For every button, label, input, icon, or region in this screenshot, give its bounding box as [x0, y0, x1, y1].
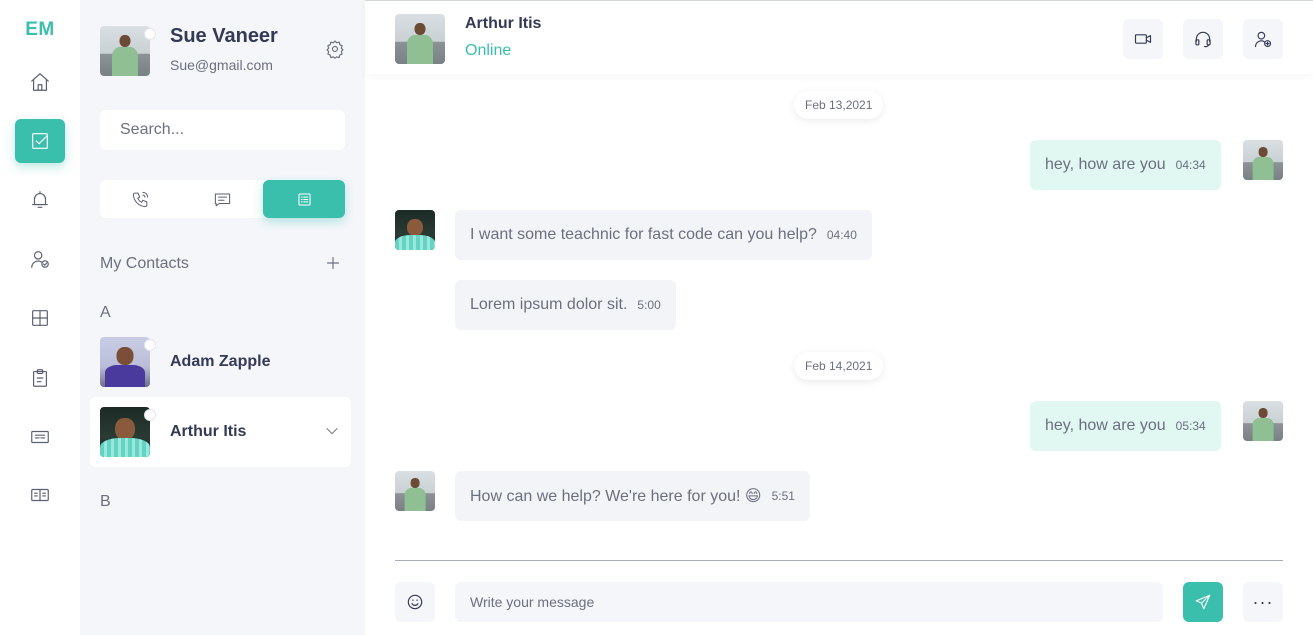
contact-name: Adam Zapple	[170, 353, 271, 370]
avatar	[100, 337, 150, 387]
add-participant-button[interactable]	[1243, 19, 1283, 59]
more-options-button[interactable]: ···	[1243, 582, 1283, 622]
message-outgoing[interactable]: hey, how are you 04:34	[1030, 140, 1221, 190]
chat-panel: Arthur Itis Online Feb 13,2021 hey, how …	[365, 0, 1313, 635]
message-incoming[interactable]: How can we help? We're here for you! 😄 5…	[455, 471, 810, 521]
message-time: 04:34	[1175, 158, 1206, 172]
message-text: I want some teachnic for fast code can y…	[470, 226, 817, 243]
headphones-icon	[1195, 31, 1211, 48]
profile-status-dot	[144, 28, 156, 40]
sidebar-tabs	[100, 180, 346, 218]
avatar	[100, 407, 150, 457]
send-icon	[1195, 594, 1211, 610]
contacts-sidebar: Sue Vaneer Sue@gmail.com My Contacts A A…	[80, 0, 365, 635]
voice-call-button[interactable]	[1183, 19, 1223, 59]
chevron-down-icon	[326, 427, 338, 435]
contact-item-adam-zapple[interactable]: Adam Zapple	[90, 327, 351, 397]
add-contact-button[interactable]	[323, 253, 343, 273]
avatar	[395, 210, 435, 250]
contacts-list-icon	[298, 192, 311, 206]
message-time: 04:40	[826, 228, 857, 242]
news-icon	[31, 430, 49, 444]
tab-contacts[interactable]	[263, 180, 346, 218]
plus-icon	[327, 257, 339, 269]
gear-icon	[326, 40, 344, 59]
date-separator: Feb 13,2021	[794, 91, 884, 119]
chat-contact-name: Arthur Itis	[465, 15, 542, 32]
avatar	[1243, 140, 1283, 180]
contacts-group-letter: B	[100, 493, 111, 510]
chat-icon	[214, 192, 231, 206]
chat-contact-status: Online	[465, 42, 512, 59]
home-icon	[31, 73, 49, 91]
checkbox-icon	[32, 133, 48, 149]
message-input[interactable]	[455, 582, 1163, 622]
avatar	[395, 471, 435, 511]
nav-news-button[interactable]	[15, 415, 65, 459]
video-call-button[interactable]	[1123, 19, 1163, 59]
message-text: hey, how are you	[1045, 417, 1166, 434]
contact-status-dot	[144, 409, 156, 421]
nav-tasks-button[interactable]	[15, 119, 65, 163]
message-text: Lorem ipsum dolor sit.	[470, 296, 628, 313]
contacts-group-letter: A	[100, 304, 111, 321]
tab-chats[interactable]	[182, 180, 264, 218]
message-outgoing[interactable]: hey, how are you 05:34	[1030, 401, 1221, 451]
grid-icon	[32, 310, 48, 326]
nav-home-button[interactable]	[15, 60, 65, 104]
contact-status-dot	[144, 339, 156, 351]
nav-rail: EM	[0, 0, 80, 635]
profile-avatar[interactable]	[100, 26, 150, 76]
nav-dashboard-button[interactable]	[15, 296, 65, 340]
profile-name: Sue Vaneer	[170, 25, 278, 47]
contact-item-arthur-itis[interactable]: Arthur Itis	[90, 397, 351, 467]
emoji-button[interactable]	[395, 582, 435, 622]
composer-divider	[395, 560, 1283, 561]
chat-contact-avatar[interactable]	[395, 14, 445, 64]
clipboard-icon	[32, 369, 48, 387]
contacts-title: My Contacts	[100, 255, 189, 272]
send-button[interactable]	[1183, 582, 1223, 622]
video-camera-icon	[1134, 34, 1152, 44]
smiley-icon	[407, 594, 423, 610]
message-time: 5:51	[771, 489, 795, 503]
phone-call-icon	[133, 191, 149, 207]
contact-expand-button[interactable]	[324, 423, 340, 439]
settings-button[interactable]	[325, 39, 345, 59]
chat-header: Arthur Itis Online	[365, 0, 1313, 74]
message-time: 05:34	[1175, 419, 1206, 433]
profile-email: Sue@gmail.com	[170, 57, 273, 73]
user-check-icon	[31, 251, 49, 268]
contact-name: Arthur Itis	[170, 423, 247, 440]
nav-notifications-button[interactable]	[15, 178, 65, 222]
nav-clipboard-button[interactable]	[15, 356, 65, 400]
message-text: How can we help? We're here for you! 😄	[470, 488, 762, 505]
avatar	[1243, 401, 1283, 441]
user-plus-icon	[1254, 31, 1272, 48]
tab-calls[interactable]	[100, 180, 182, 218]
date-separator: Feb 14,2021	[794, 352, 884, 380]
message-text: hey, how are you	[1045, 156, 1166, 173]
nav-users-button[interactable]	[15, 237, 65, 281]
bell-icon	[32, 191, 48, 208]
search-input[interactable]	[100, 110, 345, 150]
app-logo: EM	[25, 19, 55, 40]
nav-cards-button[interactable]	[15, 473, 65, 517]
id-card-icon	[31, 488, 49, 502]
message-incoming[interactable]: Lorem ipsum dolor sit. 5:00	[455, 280, 676, 330]
message-incoming[interactable]: I want some teachnic for fast code can y…	[455, 210, 872, 260]
message-time: 5:00	[637, 298, 661, 312]
